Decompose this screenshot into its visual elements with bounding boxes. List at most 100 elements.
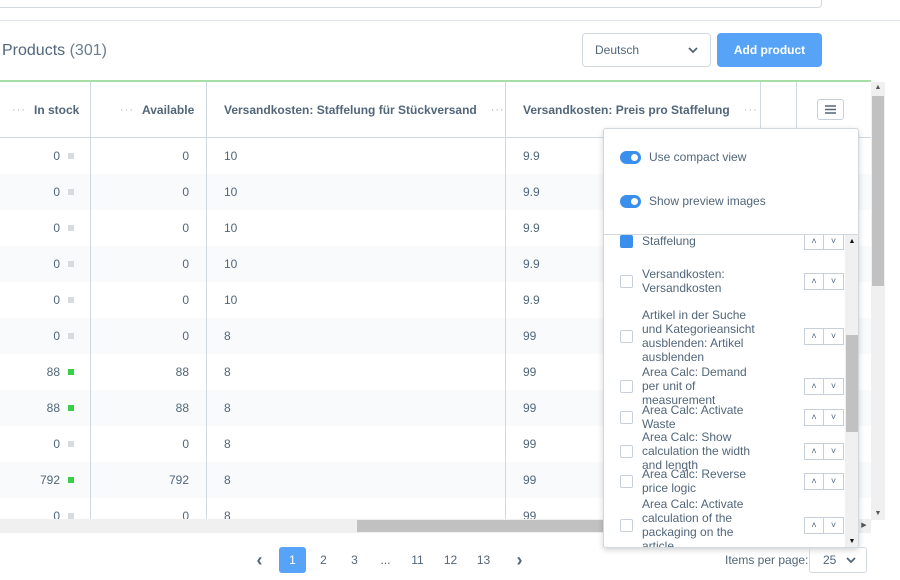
column-visibility-item[interactable]: Area Calc: Reverse price logic ˄ ˅ — [620, 467, 844, 495]
column-visibility-checkbox[interactable] — [620, 379, 633, 393]
preview-images-toggle-row[interactable]: Show preview images — [620, 194, 766, 208]
move-down-icon[interactable]: ˅ — [824, 472, 844, 490]
shipping-tier-cell: 8 — [224, 354, 231, 390]
move-down-icon[interactable]: ˅ — [824, 408, 844, 426]
page-list: 1 2 3... 11 12 13 — [279, 547, 498, 573]
column-options-icon[interactable]: ··· — [12, 104, 26, 116]
shipping-price-cell: 99 — [523, 390, 536, 426]
column-visibility-item[interactable]: Area Calc: Show calculation the width an… — [620, 430, 844, 472]
shipping-tier-value: 8 — [224, 329, 231, 343]
column-order-controls: ˄ ˅ — [804, 516, 844, 534]
items-per-page-select[interactable]: 25 — [809, 547, 867, 573]
page-button[interactable]: 11 — [403, 547, 432, 573]
column-visibility-label: Versandkosten: Versandkosten — [642, 267, 725, 295]
scroll-right-icon[interactable]: ▶ — [858, 519, 870, 533]
column-visibility-label: Artikel in der Suche und Kategorieansich… — [642, 308, 755, 364]
move-down-icon[interactable]: ˅ — [824, 272, 844, 290]
column-header-available[interactable]: ··· Available — [120, 82, 194, 137]
column-options-icon[interactable]: ··· — [491, 104, 505, 116]
move-up-icon[interactable]: ˄ — [804, 408, 824, 426]
column-header-shipping-tier[interactable]: Versandkosten: Staffelung für Stückversa… — [224, 82, 505, 137]
column-visibility-label: Area Calc: Activate calculation of the p… — [642, 497, 744, 548]
move-down-icon[interactable]: ˅ — [824, 327, 844, 345]
items-per-page-value: 25 — [823, 553, 837, 567]
shipping-price-value: 99 — [523, 473, 537, 487]
page-button[interactable]: 2 — [310, 547, 337, 573]
column-visibility-checkbox[interactable] — [620, 444, 633, 458]
page-button[interactable]: 12 — [436, 547, 465, 573]
move-up-icon[interactable]: ˄ — [804, 442, 824, 460]
move-up-icon[interactable]: ˄ — [804, 327, 824, 345]
page-button[interactable]: 3 — [341, 547, 368, 573]
language-select[interactable]: Deutsch — [582, 33, 711, 67]
column-options-icon[interactable]: ··· — [744, 104, 758, 116]
scroll-up-icon[interactable]: ▲ — [871, 82, 885, 94]
prev-page-button[interactable]: ‹ — [246, 547, 273, 573]
column-visibility-checkbox[interactable] — [620, 474, 633, 488]
column-visibility-checkbox[interactable] — [620, 518, 633, 532]
move-down-icon[interactable]: ˅ — [824, 377, 844, 395]
column-visibility-list: Staffelung ˄ ˅ Versandkosten: Versandkos… — [604, 235, 858, 547]
column-header-in-stock[interactable]: ··· In stock — [12, 82, 79, 137]
column-visibility-checkbox[interactable] — [620, 274, 633, 288]
scrollbar-thumb[interactable] — [357, 520, 627, 532]
move-up-icon[interactable]: ˄ — [804, 472, 824, 490]
column-options-icon[interactable]: ··· — [120, 104, 134, 116]
column-visibility-item[interactable]: Versandkosten: Versandkosten ˄ ˅ — [620, 261, 844, 301]
shipping-tier-value: 10 — [224, 221, 238, 235]
shipping-tier-value: 10 — [224, 185, 238, 199]
shipping-price-cell: 9.9 — [523, 282, 540, 318]
stock-status-indicator — [68, 261, 74, 267]
column-visibility-item[interactable]: Artikel in der Suche und Kategorieansich… — [620, 301, 844, 371]
add-product-button[interactable]: Add product — [717, 33, 822, 67]
move-up-icon[interactable]: ˄ — [804, 235, 824, 250]
available-cell: 88 — [90, 354, 189, 390]
compact-view-toggle-row[interactable]: Use compact view — [620, 150, 746, 164]
available-cell: 0 — [90, 282, 189, 318]
column-visibility-item[interactable]: Staffelung ˄ ˅ — [620, 235, 844, 253]
column-visibility-label: Area Calc: Reverse price logic — [642, 467, 747, 495]
column-visibility-item[interactable]: Area Calc: Demand per unit of measuremen… — [620, 365, 844, 407]
column-divider — [90, 82, 91, 520]
pagination: ‹ 1 2 3... 11 12 13 › — [246, 547, 533, 573]
move-up-icon[interactable]: ˄ — [804, 272, 824, 290]
column-order-controls: ˄ ˅ — [804, 235, 844, 250]
column-header-label: In stock — [34, 102, 80, 117]
column-divider — [505, 82, 506, 520]
shipping-price-cell: 99 — [523, 318, 536, 354]
stock-status-indicator — [68, 153, 74, 159]
scrollbar-thumb[interactable] — [846, 335, 858, 432]
move-down-icon[interactable]: ˅ — [824, 442, 844, 460]
compact-view-toggle[interactable] — [620, 150, 641, 164]
scroll-down-icon[interactable]: ▼ — [871, 508, 885, 520]
column-visibility-checkbox[interactable] — [620, 329, 633, 343]
move-down-icon[interactable]: ˅ — [824, 235, 844, 250]
move-up-icon[interactable]: ˄ — [804, 377, 824, 395]
available-cell: 0 — [90, 426, 189, 462]
column-settings-button[interactable] — [817, 99, 844, 120]
scroll-up-icon[interactable]: ▲ — [845, 235, 858, 249]
available-cell: 0 — [90, 498, 189, 520]
scrollbar-thumb[interactable] — [872, 96, 884, 286]
in-stock-value: 0 — [53, 293, 60, 307]
preview-images-toggle[interactable] — [620, 194, 641, 208]
grid-vertical-scrollbar[interactable]: ▲ ▼ — [871, 82, 885, 520]
panel-scrollbar[interactable]: ▲ ▼ — [845, 235, 858, 547]
available-value: 792 — [168, 473, 189, 487]
move-up-icon[interactable]: ˄ — [804, 516, 824, 534]
column-order-controls: ˄ ˅ — [804, 327, 844, 345]
stock-status-indicator — [68, 297, 74, 303]
available-value: 0 — [182, 437, 189, 451]
column-visibility-checkbox[interactable] — [620, 235, 633, 248]
column-visibility-item[interactable]: Area Calc: Activate calculation of the p… — [620, 497, 844, 547]
column-visibility-label: Area Calc: Activate Waste — [642, 403, 744, 431]
page-title: Products (301) — [2, 42, 107, 60]
next-page-button[interactable]: › — [506, 547, 533, 573]
column-visibility-item[interactable]: Area Calc: Activate Waste ˄ ˅ — [620, 403, 844, 431]
available-cell: 0 — [90, 318, 189, 354]
page-button[interactable]: 13 — [469, 547, 498, 573]
move-down-icon[interactable]: ˅ — [824, 516, 844, 534]
page-button[interactable]: 1 — [279, 547, 306, 573]
column-visibility-checkbox[interactable] — [620, 410, 633, 424]
available-cell: 792 — [90, 462, 189, 498]
